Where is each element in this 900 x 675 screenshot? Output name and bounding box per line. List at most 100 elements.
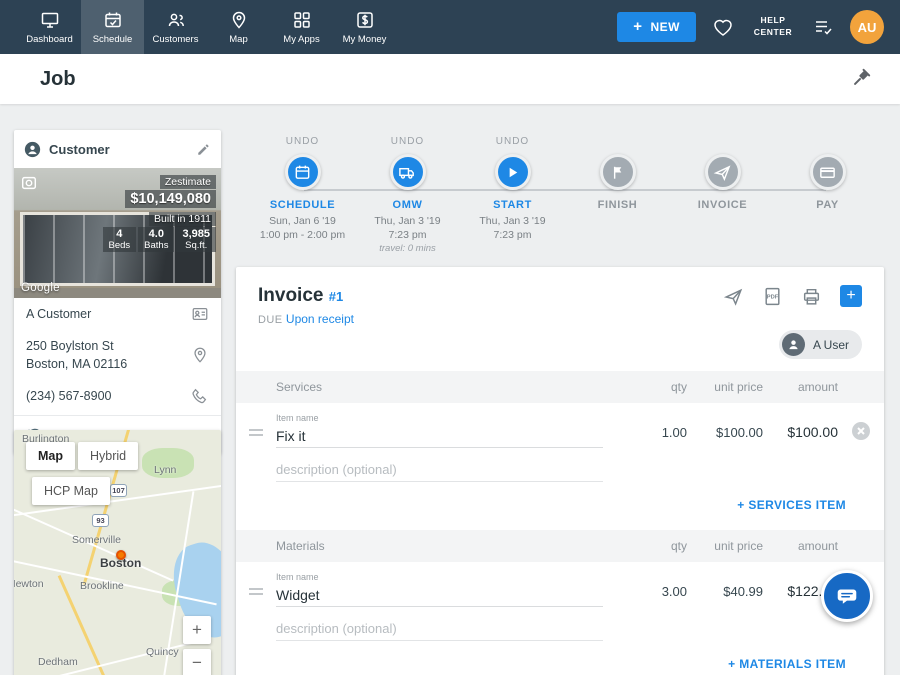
pdf-icon[interactable]: PDF xyxy=(762,286,783,307)
customer-icon xyxy=(24,141,41,158)
contact-card-icon[interactable] xyxy=(191,305,209,323)
finish-step-button[interactable] xyxy=(600,154,636,190)
customer-address-row: 250 Boylston StBoston, MA 02116 xyxy=(14,330,221,380)
user-avatar[interactable]: AU xyxy=(850,10,884,44)
start-step-button[interactable] xyxy=(495,154,531,190)
service-qty[interactable]: 1.00 xyxy=(617,425,687,448)
customer-name: A Customer xyxy=(26,305,191,323)
service-name-input[interactable] xyxy=(276,425,603,448)
nav-item-customers[interactable]: Customers xyxy=(144,0,207,54)
phone-icon[interactable] xyxy=(191,387,209,405)
pay-step-button[interactable] xyxy=(810,154,846,190)
add-material-item-link[interactable]: + MATERIALS ITEM xyxy=(728,657,846,671)
step-label: PAY xyxy=(816,199,839,211)
assigned-user-name: A User xyxy=(813,338,849,352)
item-name-label: Item name xyxy=(276,572,617,582)
add-material-row: + MATERIALS ITEM xyxy=(236,645,884,675)
invoice-card: Invoice #1 PDF + DUE Upon receipt xyxy=(236,267,884,675)
content-area: Customer Zestimate $10,149,080 Built in … xyxy=(0,104,900,675)
services-section-label: Services xyxy=(276,380,617,394)
map-canvas[interactable]: Burlington Lynn Somerville Boston Newton… xyxy=(14,430,221,675)
send-invoice-icon[interactable] xyxy=(723,286,744,307)
service-item-row: Item name 1.00 $100.00 $100.00 xyxy=(236,403,884,448)
zoom-in-button[interactable]: + xyxy=(183,616,211,644)
add-invoice-button[interactable]: + xyxy=(840,285,862,307)
zestimate-overlay: Zestimate $10,149,080 Built in 1911 4Bed… xyxy=(103,172,216,252)
nav-label: Customers xyxy=(153,34,199,45)
highway-shield: 93 xyxy=(92,514,109,527)
undo-link[interactable]: UNDO xyxy=(391,136,424,154)
apps-grid-icon xyxy=(292,10,312,30)
customer-address: 250 Boylston StBoston, MA 02116 xyxy=(26,337,191,373)
hcp-map-button[interactable]: HCP Map xyxy=(32,477,110,505)
chat-bubble-button[interactable] xyxy=(821,570,873,622)
material-description-row xyxy=(236,607,884,645)
material-unit-price[interactable]: $40.99 xyxy=(687,584,763,607)
zestimate-label: Zestimate xyxy=(160,175,216,189)
assigned-user-chip[interactable]: A User xyxy=(779,330,862,359)
user-avatar-icon xyxy=(782,333,805,356)
service-unit-price[interactable]: $100.00 xyxy=(687,425,763,448)
truck-icon xyxy=(398,163,417,182)
material-item-row: Item name 3.00 $40.99 $122.97 xyxy=(236,562,884,607)
invoice-number[interactable]: #1 xyxy=(329,289,343,312)
material-name-input[interactable] xyxy=(276,584,603,607)
step-label: INVOICE xyxy=(698,199,747,211)
print-icon[interactable] xyxy=(801,286,822,307)
customer-name-row: A Customer xyxy=(14,298,221,330)
nav-item-schedule[interactable]: Schedule xyxy=(81,0,144,54)
customers-icon xyxy=(166,10,186,30)
zoom-out-button[interactable]: − xyxy=(183,649,211,675)
nav-item-dashboard[interactable]: Dashboard xyxy=(18,0,81,54)
nav-item-my-apps[interactable]: My Apps xyxy=(270,0,333,54)
activity-list-icon[interactable] xyxy=(812,16,834,38)
beds-stat: 4Beds xyxy=(103,227,137,252)
dashboard-icon xyxy=(40,10,60,30)
invoice-due: DUE Upon receipt xyxy=(258,312,862,326)
nav-right-cluster: + NEW HELP CENTER AU xyxy=(617,0,900,54)
page-title: Job xyxy=(40,68,848,91)
undo-link[interactable]: UNDO xyxy=(286,136,319,154)
nav-item-map[interactable]: Map xyxy=(207,0,270,54)
service-description-input[interactable] xyxy=(276,458,603,482)
invoice-actions: PDF + xyxy=(723,285,862,307)
new-button[interactable]: + NEW xyxy=(617,12,696,42)
unit-price-column-header: unit price xyxy=(687,380,763,394)
property-photo[interactable]: Zestimate $10,149,080 Built in 1911 4Bed… xyxy=(14,168,221,298)
send-plane-icon xyxy=(713,163,732,182)
calendar-icon xyxy=(293,163,312,182)
map-label: Dedham xyxy=(38,656,78,668)
nav-item-my-money[interactable]: My Money xyxy=(333,0,396,54)
undo-link[interactable]: UNDO xyxy=(496,136,529,154)
omw-step-button[interactable] xyxy=(390,154,426,190)
map-type-button[interactable]: Map xyxy=(26,442,75,470)
location-pin-icon[interactable] xyxy=(191,346,209,364)
help-center-link[interactable]: HELP CENTER xyxy=(750,15,796,39)
drag-handle-icon[interactable] xyxy=(249,588,263,607)
heart-icon[interactable] xyxy=(712,16,734,38)
job-tools-icon[interactable] xyxy=(848,67,872,91)
remove-service-button[interactable] xyxy=(852,422,870,440)
chat-icon xyxy=(834,583,860,609)
app-screen: Dashboard Schedule Customers Map My Apps… xyxy=(0,0,900,675)
schedule-step-button[interactable] xyxy=(285,154,321,190)
material-qty[interactable]: 3.00 xyxy=(617,584,687,607)
item-name-label: Item name xyxy=(276,413,617,423)
google-watermark: Google xyxy=(21,282,60,294)
material-description-input[interactable] xyxy=(276,617,603,641)
customer-phone-row: (234) 567-8900 xyxy=(14,380,221,412)
credit-card-icon xyxy=(818,163,837,182)
drag-handle-icon[interactable] xyxy=(249,429,263,448)
hybrid-type-button[interactable]: Hybrid xyxy=(78,442,138,470)
add-service-item-link[interactable]: + SERVICES ITEM xyxy=(737,498,846,512)
timeline-step-omw: UNDO OMW Thu, Jan 3 '197:23 pm travel: 0… xyxy=(355,136,460,254)
job-location-marker[interactable] xyxy=(116,550,126,560)
invoice-step-button[interactable] xyxy=(705,154,741,190)
amount-column-header: amount xyxy=(763,539,838,553)
step-date: Sun, Jan 6 '191:00 pm - 2:00 pm xyxy=(260,214,345,242)
timeline-step-start: UNDO START Thu, Jan 3 '197:23 pm xyxy=(460,136,565,254)
streetview-icon[interactable] xyxy=(20,174,38,192)
edit-pencil-icon[interactable] xyxy=(196,142,211,157)
baths-stat: 4.0Baths xyxy=(138,227,174,252)
due-terms-link[interactable]: Upon receipt xyxy=(286,312,354,326)
